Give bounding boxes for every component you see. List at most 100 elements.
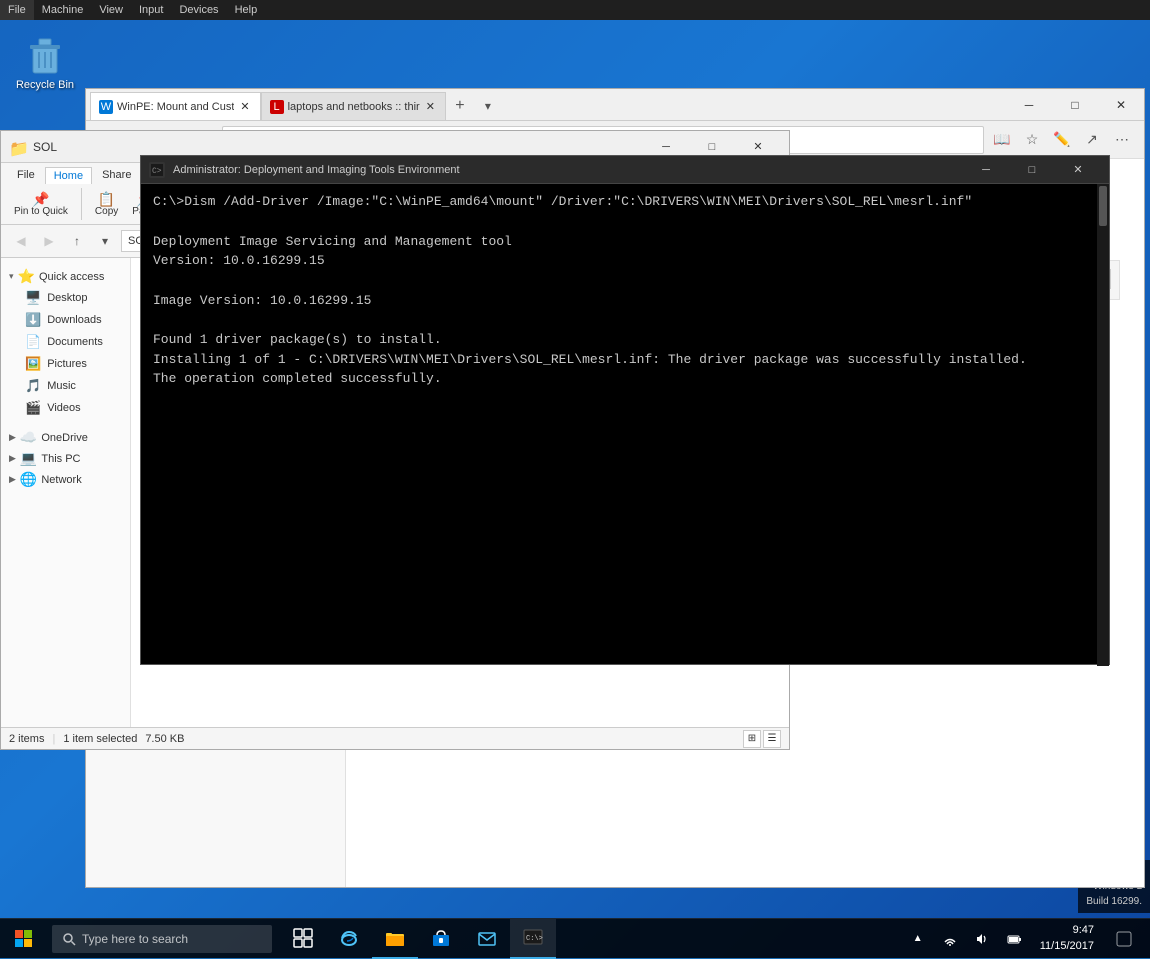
quick-access-label: Quick access [39,271,104,283]
desktop: File Machine View Input Devices Help Rec… [0,0,1150,958]
explorer-forward-button[interactable]: ▶ [37,229,61,253]
desktop-nav-icon: 🖥️ [25,290,41,306]
nav-onedrive[interactable]: ▶ ☁️ OneDrive [1,427,130,448]
quick-access-icon: ⭐ [18,268,35,285]
network-label: Network [41,474,81,486]
item-size: 7.50 KB [145,733,184,745]
taskbar-terminal[interactable]: C:\> [510,919,556,959]
taskbar-store[interactable] [418,919,464,959]
terminal-taskbar-icon: C:\> [523,928,543,948]
ribbon-tab-file[interactable]: File [9,167,43,184]
terminal-title-icon: C> [149,162,165,178]
recycle-bin-icon[interactable]: Recycle Bin [10,35,80,91]
new-tab-button[interactable]: + [446,92,474,120]
vm-menu-devices[interactable]: Devices [171,0,226,20]
tray-expand-button[interactable]: ▲ [904,925,932,953]
explorer-nav: ▾ ⭐ Quick access 🖥️ Desktop ⬇️ Downloads… [1,258,131,727]
nav-item-desktop[interactable]: 🖥️ Desktop [1,287,130,309]
taskbar-edge[interactable] [326,919,372,959]
videos-nav-icon: 🎬 [25,400,41,416]
network-icon: 🌐 [20,471,37,488]
vm-menu-help[interactable]: Help [227,0,266,20]
browser-minimize-button[interactable]: ─ [1006,89,1052,121]
windows-taskbar: C:\> ▲ [0,918,1150,958]
terminal-line-7: Found 1 driver package(s) to install. [153,330,1089,350]
terminal-body[interactable]: C:\>Dism /Add-Driver /Image:"C:\WinPE_am… [141,184,1109,664]
tray-network-icon[interactable] [936,925,964,953]
taskbar-file-explorer[interactable] [372,919,418,959]
desktop-nav-label: Desktop [47,292,87,304]
music-nav-label: Music [47,380,76,392]
this-pc-label: This PC [41,453,80,465]
tray-battery-icon[interactable] [1000,925,1028,953]
vm-menu-view[interactable]: View [91,0,131,20]
explorer-back-button[interactable]: ◀ [9,229,33,253]
terminal-line-6 [153,310,1089,330]
explorer-up-button[interactable]: ↑ [65,229,89,253]
quick-access-expand-icon: ▾ [9,271,14,282]
terminal-scrollbar[interactable] [1097,184,1109,666]
vm-menu-machine[interactable]: Machine [34,0,92,20]
nav-item-downloads[interactable]: ⬇️ Downloads [1,309,130,331]
browser-favorites-button[interactable]: ☆ [1018,126,1046,154]
ribbon-tab-share[interactable]: Share [94,167,139,184]
browser-reading-mode-button[interactable]: 📖 [988,126,1016,154]
pictures-nav-label: Pictures [47,358,87,370]
nav-item-music[interactable]: 🎵 Music [1,375,130,397]
view-details-button[interactable]: ⊞ [743,730,761,748]
browser-web-note-button[interactable]: ✏️ [1048,126,1076,154]
recycle-bin-label: Recycle Bin [16,79,74,91]
explorer-title-icon: 📁 [9,139,25,155]
start-button[interactable] [0,919,48,959]
tray-clock[interactable]: 9:47 11/15/2017 [1032,923,1102,954]
explorer-title-text: SOL [33,140,643,154]
browser-close-button[interactable]: ✕ [1098,89,1144,121]
browser-share-button[interactable]: ↗ [1078,126,1106,154]
taskbar-search-input[interactable] [82,932,252,946]
browser-menu-button[interactable]: ⋯ [1108,126,1136,154]
tab-overflow-button[interactable]: ▾ [474,92,502,120]
nav-item-pictures[interactable]: 🖼️ Pictures [1,353,130,375]
nav-item-documents[interactable]: 📄 Documents [1,331,130,353]
terminal-maximize-button[interactable]: □ [1009,156,1055,184]
ribbon-copy-label: Copy [95,206,118,217]
nav-item-videos[interactable]: 🎬 Videos [1,397,130,419]
pin-icon: 📌 [32,192,49,206]
tray-date: 11/15/2017 [1040,939,1094,954]
explorer-statusbar: 2 items | 1 item selected 7.50 KB ⊞ ☰ [1,727,789,749]
tab-laptops-close[interactable]: ✕ [424,100,437,113]
nav-quick-access[interactable]: ▾ ⭐ Quick access [1,266,130,287]
explorer-recent-button[interactable]: ▾ [93,229,117,253]
tab-winpe-close[interactable]: ✕ [238,100,251,113]
vm-menu-input[interactable]: Input [131,0,171,20]
network-tray-icon [943,932,957,946]
taskbar-task-view[interactable] [280,919,326,959]
svg-text:C>: C> [152,167,162,176]
view-list-button[interactable]: ☰ [763,730,781,748]
windows-logo-icon [15,930,33,948]
ribbon-tab-home[interactable]: Home [45,167,92,184]
ribbon-copy-btn[interactable]: 📋 Copy [90,189,123,220]
tab-laptops-icon: L [270,100,284,114]
taskbar-mail[interactable] [464,919,510,959]
item-selection: 1 item selected [63,733,137,745]
tray-volume-icon[interactable] [968,925,996,953]
tray-time: 9:47 [1040,923,1094,938]
onedrive-expand-icon: ▶ [9,432,16,443]
browser-tab-laptops[interactable]: L laptops and netbooks :: thir ✕ [261,92,446,120]
terminal-scrollbar-thumb[interactable] [1099,186,1107,226]
terminal-title-text: Administrator: Deployment and Imaging To… [173,164,963,176]
terminal-minimize-button[interactable]: ─ [963,156,1009,184]
notification-center-button[interactable] [1106,919,1142,959]
ribbon-pin-btn[interactable]: 📌 Pin to Quick [9,189,73,220]
pictures-nav-icon: 🖼️ [25,356,41,372]
nav-network[interactable]: ▶ 🌐 Network [1,469,130,490]
this-pc-icon: 💻 [20,450,37,467]
view-buttons: ⊞ ☰ [743,730,781,748]
vm-menu-file[interactable]: File [0,0,34,20]
terminal-close-button[interactable]: ✕ [1055,156,1101,184]
nav-this-pc[interactable]: ▶ 💻 This PC [1,448,130,469]
browser-maximize-button[interactable]: □ [1052,89,1098,121]
browser-tab-winpe[interactable]: W WinPE: Mount and Cust ✕ [90,92,261,120]
taskbar-search[interactable] [52,925,272,953]
